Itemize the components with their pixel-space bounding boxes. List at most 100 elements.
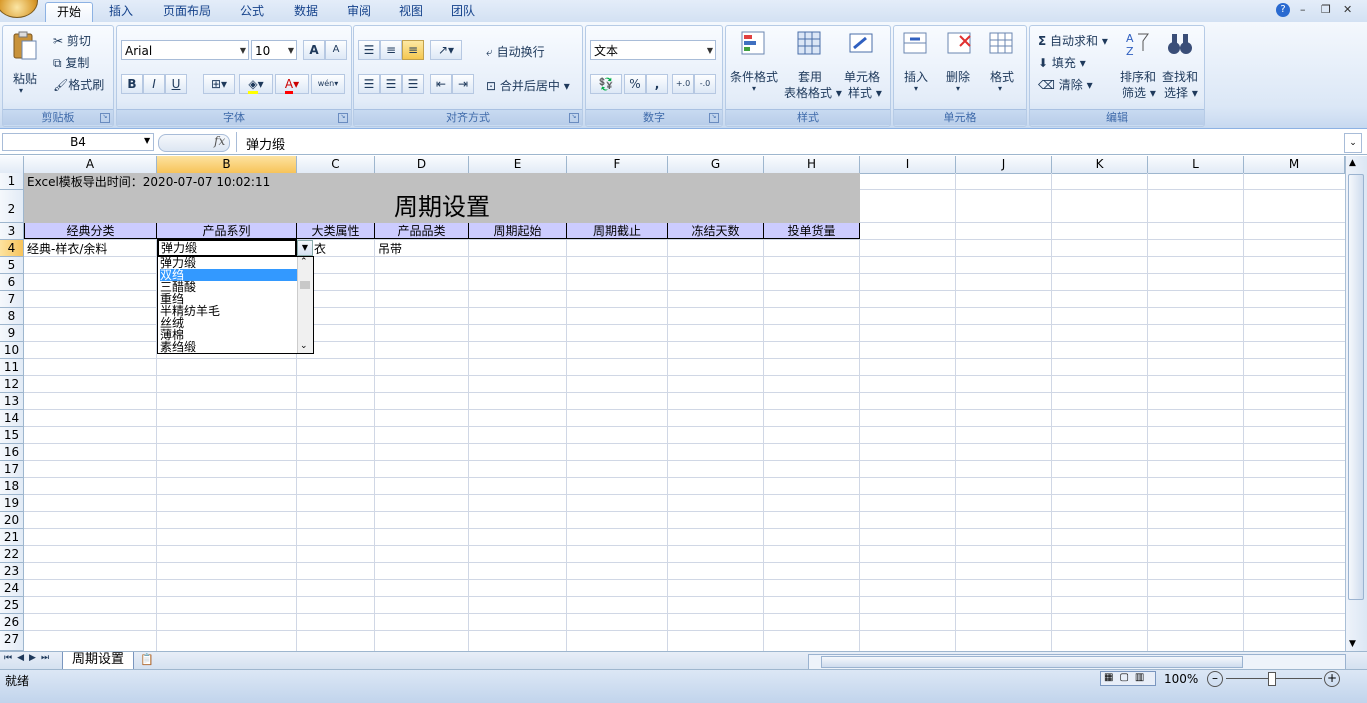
column-header-l[interactable]: L <box>1148 156 1244 173</box>
row-header[interactable]: 27 <box>0 631 24 651</box>
zoom-level[interactable]: 100% <box>1164 672 1198 686</box>
row-header[interactable]: 8 <box>0 308 24 325</box>
row-header[interactable]: 26 <box>0 614 24 631</box>
dialog-launcher-icon[interactable]: ↘ <box>338 113 348 123</box>
tab-formulas[interactable]: 公式 <box>230 2 274 22</box>
row-header[interactable]: 24 <box>0 580 24 597</box>
number-format-select[interactable]: 文本 ▼ <box>590 40 716 60</box>
row-header[interactable]: 3 <box>0 223 24 240</box>
font-color-button[interactable]: A▾ <box>275 74 309 94</box>
header-cell-freeze-days[interactable]: 冻结天数 <box>668 223 764 239</box>
find-select-label[interactable]: 选择 ▾ <box>1164 84 1198 101</box>
font-name-select[interactable]: Arial ▼ <box>121 40 249 60</box>
copy-button[interactable]: ⧉ 复制 <box>53 54 89 71</box>
header-cell-class[interactable]: 大类属性 <box>297 223 375 239</box>
phonetic-button[interactable]: wén▾ <box>311 74 345 94</box>
zoom-out-icon[interactable]: – <box>1207 671 1223 687</box>
row-header[interactable]: 1 <box>0 173 24 190</box>
column-header-b[interactable]: B <box>157 156 297 173</box>
scroll-thumb[interactable] <box>821 656 1243 668</box>
row-header[interactable]: 13 <box>0 393 24 410</box>
row-header[interactable]: 5 <box>0 257 24 274</box>
align-left-button[interactable]: ☰ <box>358 74 380 94</box>
tab-insert[interactable]: 插入 <box>99 2 143 22</box>
list-item[interactable]: 素绉缎 <box>160 341 298 353</box>
view-buttons[interactable]: ▦▢▥ <box>1100 671 1156 686</box>
column-header-j[interactable]: J <box>956 156 1052 173</box>
tab-team[interactable]: 团队 <box>441 2 485 22</box>
tab-home[interactable]: 开始 <box>45 2 93 23</box>
dialog-launcher-icon[interactable]: ↘ <box>569 113 579 123</box>
increase-indent-button[interactable]: ⇥ <box>452 74 474 94</box>
format-button[interactable]: 格式 <box>990 68 1014 85</box>
formula-input[interactable]: 弹力缎 <box>236 132 1343 153</box>
insert-button[interactable]: 插入 <box>904 68 928 85</box>
chevron-down-icon[interactable]: ▾ <box>998 84 1002 93</box>
zoom-in-icon[interactable]: + <box>1324 671 1340 687</box>
export-time-cell[interactable]: Excel模板导出时间：2020-07-07 10:02:11 <box>27 174 270 190</box>
expand-formula-icon[interactable]: ⌄ <box>1344 133 1362 153</box>
help-icon[interactable]: ? <box>1276 3 1290 17</box>
paste-button[interactable]: 粘贴 <box>13 70 37 87</box>
dropdown-scrollbar[interactable]: ⌃ ⌄ <box>297 257 313 353</box>
row-header[interactable]: 14 <box>0 410 24 427</box>
font-size-select[interactable]: 10 ▼ <box>251 40 297 60</box>
zoom-slider-thumb[interactable] <box>1268 672 1276 686</box>
row-header[interactable]: 7 <box>0 291 24 308</box>
grow-font-button[interactable]: A <box>303 40 325 60</box>
cut-button[interactable]: ✂ 剪切 <box>53 32 91 49</box>
row-header[interactable]: 18 <box>0 478 24 495</box>
column-header-m[interactable]: M <box>1244 156 1345 173</box>
percent-button[interactable]: % <box>624 74 646 94</box>
row-header[interactable]: 6 <box>0 274 24 291</box>
dialog-launcher-icon[interactable]: ↘ <box>709 113 719 123</box>
fill-button[interactable]: ⬇ 填充 ▾ <box>1038 54 1086 71</box>
sheet-nav-arrows-icon[interactable]: ⏮◀▶⏭ <box>4 653 54 663</box>
page-layout-icon[interactable]: ▢ <box>1119 672 1134 683</box>
validation-dropdown-list[interactable]: 弹力缎 双绉 三醋酸 重绉 半精纺羊毛 丝绒 薄棉 素绉缎 ⌃ ⌄ <box>157 256 314 354</box>
bold-button[interactable]: B <box>121 74 143 94</box>
row-header[interactable]: 19 <box>0 495 24 512</box>
underline-button[interactable]: U <box>165 74 187 94</box>
name-box[interactable]: B4 <box>2 133 154 151</box>
find-select-button[interactable]: 查找和 <box>1162 68 1198 85</box>
header-cell-series[interactable]: 产品系列 <box>157 223 297 239</box>
format-painter-button[interactable]: 🖌格式刷 <box>53 76 104 93</box>
delete-button[interactable]: 删除 <box>946 68 970 85</box>
row-header[interactable]: 2 <box>0 190 24 223</box>
column-header-i[interactable]: I <box>860 156 956 173</box>
merge-center-button[interactable]: ⊡ 合并后居中 ▾ <box>486 77 570 94</box>
cell-b4-active[interactable]: 弹力缎 <box>157 239 297 257</box>
format-as-table-button[interactable]: 套用 <box>798 68 822 85</box>
column-header-k[interactable]: K <box>1052 156 1148 173</box>
row-header[interactable]: 21 <box>0 529 24 546</box>
align-middle-button[interactable]: ≡ <box>380 40 402 60</box>
page-break-icon[interactable]: ▥ <box>1135 672 1150 683</box>
chevron-down-icon[interactable]: ▾ <box>956 84 960 93</box>
align-top-button[interactable]: ☰ <box>358 40 380 60</box>
select-all-corner[interactable] <box>0 156 24 173</box>
header-cell-product-type[interactable]: 产品品类 <box>375 223 469 239</box>
fill-color-button[interactable]: ◈▾ <box>239 74 273 94</box>
insert-function-button[interactable]: fx <box>214 134 225 148</box>
align-right-button[interactable]: ☰ <box>402 74 424 94</box>
header-cell-order-volume[interactable]: 投单货量 <box>764 223 860 239</box>
horizontal-scrollbar[interactable] <box>808 654 1346 670</box>
dropdown-arrow-icon[interactable]: ▼ <box>297 240 313 256</box>
header-cell-period-start[interactable]: 周期起始 <box>469 223 567 239</box>
tab-data[interactable]: 数据 <box>284 2 328 22</box>
header-cell-category[interactable]: 经典分类 <box>24 223 157 239</box>
row-header[interactable]: 9 <box>0 325 24 342</box>
header-cell-period-end[interactable]: 周期截止 <box>567 223 668 239</box>
sheet-tab-active[interactable]: 周期设置 <box>62 652 134 670</box>
row-header[interactable]: 11 <box>0 359 24 376</box>
close-icon[interactable]: ✕ <box>1343 3 1352 16</box>
orientation-button[interactable]: ↗▾ <box>430 40 462 60</box>
row-header[interactable]: 4 <box>0 240 24 257</box>
scroll-down-icon[interactable]: ⌄ <box>300 341 308 351</box>
row-header[interactable]: 16 <box>0 444 24 461</box>
paste-dropdown-icon[interactable]: ▾ <box>19 86 23 95</box>
increase-decimal-button[interactable]: +.0 <box>672 74 694 94</box>
dialog-launcher-icon[interactable]: ↘ <box>100 113 110 123</box>
column-header-d[interactable]: D <box>375 156 469 173</box>
